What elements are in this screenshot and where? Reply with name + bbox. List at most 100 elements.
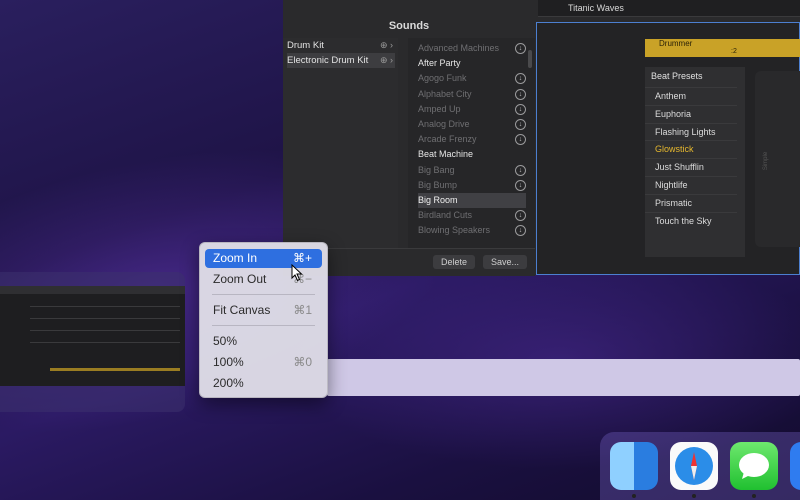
patch-item[interactable]: Big Bump ↓ (418, 178, 526, 193)
download-icon[interactable]: ↓ (515, 210, 526, 222)
sounds-title: Sounds (388, 20, 430, 32)
compass-icon (675, 447, 713, 485)
patch-label: Big Bump (418, 179, 458, 190)
patch-label: Birdland Cuts (418, 210, 473, 221)
download-icon[interactable]: ↓ (515, 43, 526, 54)
beat-preset-item[interactable]: Prismatic (645, 193, 737, 211)
beat-presets-title: Beat Presets (651, 71, 703, 81)
patch-item[interactable]: Beat Machine (418, 147, 526, 162)
drummer-editor: Drummer :2 Beat Presets Anthem Euphoria Fl… (536, 22, 800, 275)
tracks-strip: Titanic Waves (538, 0, 800, 17)
beat-preset-item[interactable]: Glowstick (645, 140, 737, 157)
window-thumbnail[interactable] (0, 272, 185, 412)
menu-item-100[interactable]: 100% ⌘0 (205, 353, 322, 372)
patch-item[interactable]: Alphabet City ↓ (418, 87, 526, 102)
library-category-list: Drum Kit ⊕ › Electronic Drum Kit ⊕ › (283, 38, 398, 248)
menu-shortcut: ⌘0 (293, 355, 312, 369)
beat-preset-item[interactable]: Anthem (645, 87, 737, 104)
patch-label: Advanced Machines (418, 43, 500, 53)
menu-item-label: Zoom Out (213, 272, 267, 286)
beat-preset-item[interactable]: Touch the Sky (645, 211, 737, 229)
menu-item-label: 200% (213, 376, 244, 390)
patch-label: Agogo Funk (418, 73, 467, 84)
patch-label: Beat Machine (418, 149, 474, 160)
running-indicator (692, 494, 696, 498)
menu-item-zoom-out[interactable]: Zoom Out ⌘− (205, 270, 322, 289)
library-item-drum-kit[interactable]: Drum Kit ⊕ › (287, 38, 395, 53)
beat-preset-item[interactable]: Just Shufflin (645, 158, 737, 175)
drummer-settings-panel[interactable] (755, 71, 800, 247)
patch-item[interactable]: Advanced Machines ↓ (418, 41, 526, 56)
patch-item[interactable]: Amped Up ↓ (418, 102, 526, 117)
menu-item-fit-canvas[interactable]: Fit Canvas ⌘1 (205, 301, 322, 320)
patch-item[interactable]: Blowing Speakers ↓ (418, 223, 526, 238)
patch-label: Analog Drive (418, 119, 470, 129)
patch-label: Amped Up (418, 103, 461, 114)
download-icon[interactable]: ↓ (515, 119, 526, 130)
beat-preset-item[interactable]: Flashing Lights (645, 122, 737, 140)
download-icon[interactable]: ↓ (515, 179, 526, 191)
download-icon[interactable]: ↓ (515, 103, 526, 115)
patch-item[interactable]: Birdland Cuts ↓ (418, 208, 526, 223)
menu-item-label: 100% (213, 355, 244, 369)
save-button[interactable]: Save... (483, 255, 527, 269)
selection-bar (327, 359, 800, 396)
download-icon[interactable]: ↓ (515, 88, 526, 100)
thumbnail-toolbar (0, 286, 185, 294)
drummer-region[interactable]: Drummer :2 (645, 39, 800, 57)
finder-icon[interactable] (610, 442, 658, 490)
patch-label: Big Room (418, 195, 458, 205)
download-icon[interactable]: ↓ (515, 164, 526, 176)
download-chevron-icon[interactable]: ⊕ › (380, 53, 393, 68)
library-item-label: Electronic Drum Kit (287, 55, 369, 66)
beat-preset-item[interactable]: Euphoria (645, 104, 737, 122)
logic-window: Titanic Waves Sounds Drum Kit ⊕ › Electr… (283, 0, 800, 276)
thumbnail-preview (0, 286, 185, 386)
menu-item-label: 50% (213, 334, 238, 348)
safari-icon[interactable] (670, 442, 718, 490)
download-icon[interactable]: ↓ (515, 225, 526, 237)
library-item-electronic-drum-kit[interactable]: Electronic Drum Kit ⊕ › (287, 53, 395, 68)
messages-icon[interactable] (730, 442, 778, 490)
delete-button[interactable]: Delete (433, 255, 475, 269)
patch-item[interactable]: Agogo Funk ↓ (418, 71, 526, 86)
speech-bubble-icon (739, 453, 769, 479)
scrollbar[interactable] (528, 50, 532, 68)
menu-item-200[interactable]: 200% (205, 374, 322, 393)
track-name[interactable]: Titanic Waves (568, 3, 624, 13)
thumbnail-track (30, 306, 180, 307)
library-item-label: Drum Kit (287, 40, 324, 51)
zoom-context-menu: Zoom In ⌘+ Zoom Out ⌘− Fit Canvas ⌘1 50% 100% ⌘0… (199, 242, 328, 398)
patch-label: After Party (418, 58, 461, 69)
download-chevron-icon[interactable]: ⊕ › (380, 38, 393, 53)
patch-label: Alphabet City (418, 88, 472, 99)
drummer-region-label: Drummer (659, 39, 693, 48)
mail-icon[interactable] (790, 442, 800, 490)
menu-item-zoom-in[interactable]: Zoom In ⌘+ (205, 249, 322, 268)
thumbnail-track (30, 318, 180, 319)
beat-presets-list: Beat Presets Anthem Euphoria Flashing Ligh… (645, 67, 745, 257)
patch-label: Blowing Speakers (418, 225, 491, 236)
patch-list: Advanced Machines ↓ After Party Agogo Funk ↓… (408, 38, 535, 248)
menu-item-50[interactable]: 50% (205, 332, 322, 351)
download-icon[interactable]: ↓ (515, 73, 526, 85)
beat-preset-item[interactable]: Nightlife (645, 176, 737, 193)
thumbnail-track (30, 342, 180, 343)
menu-separator (212, 325, 315, 326)
dock (600, 432, 800, 500)
menu-item-label: Fit Canvas (213, 303, 271, 317)
side-label: Simple (763, 151, 770, 171)
menu-shortcut: ⌘1 (293, 303, 312, 317)
download-icon[interactable]: ↓ (515, 134, 526, 146)
patch-label: Big Bang (418, 164, 455, 175)
patch-item[interactable]: Arcade Frenzy ↓ (418, 132, 526, 147)
menu-separator (212, 294, 315, 295)
patch-item[interactable]: Big Bang ↓ (418, 163, 526, 178)
thumbnail-drummer-region (50, 368, 180, 371)
patch-item[interactable]: Big Room (418, 193, 526, 208)
patch-label: Arcade Frenzy (418, 134, 477, 145)
patch-item[interactable]: After Party (418, 56, 526, 71)
running-indicator (752, 494, 756, 498)
thumbnail-track (30, 330, 180, 331)
patch-item[interactable]: Analog Drive ↓ (418, 117, 526, 132)
